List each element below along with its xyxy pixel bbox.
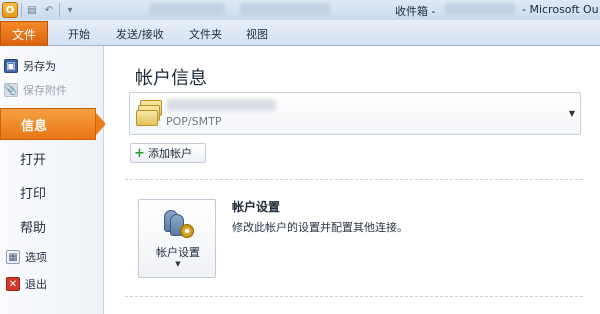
account-info-panel: 帐户信息 POP/SMTP ▼ + 添加帐户 帐户设置 ▼ 帐户设置 修改此帐户… (105, 46, 600, 314)
blurred-account-name (166, 99, 276, 111)
ribbon-tab-bar: 文件 开始 发送/接收 文件夹 视图 (0, 20, 600, 46)
save-attachment-label: 保存附件 (23, 84, 67, 97)
account-selector[interactable]: POP/SMTP ▼ (129, 92, 581, 135)
outlook-icon[interactable]: O (2, 2, 18, 18)
divider (125, 296, 583, 297)
nav-item-print[interactable]: 打印 (0, 176, 104, 208)
chevron-down-icon[interactable]: ▼ (569, 109, 575, 118)
account-settings-heading: 帐户设置 (232, 200, 281, 214)
account-settings-label: 帐户设置 (156, 246, 200, 259)
toolbar-divider (59, 3, 60, 17)
tab-folder[interactable]: 文件夹 (189, 26, 222, 42)
account-type: POP/SMTP (166, 115, 222, 128)
tab-file[interactable]: 文件 (0, 21, 48, 46)
save-attachment-icon: 📎 (4, 83, 18, 97)
exit-icon: ✕ (6, 277, 20, 291)
customize-dropdown-icon[interactable]: ▾ (63, 3, 77, 17)
add-account-button[interactable]: + 添加帐户 (130, 143, 206, 163)
quick-access-toolbar: O ▤ ↶ ▾ (2, 1, 77, 19)
undo-icon[interactable]: ↶ (42, 3, 56, 17)
title-bar: O ▤ ↶ ▾ 收件箱 - - Microsoft Ou (0, 0, 600, 20)
save-as-label: 另存为 (23, 60, 56, 73)
add-account-label: 添加帐户 (148, 147, 192, 160)
options-label: 选项 (25, 251, 47, 264)
send-receive-icon[interactable]: ▤ (25, 3, 39, 17)
nav-item-label: 信息 (21, 118, 48, 134)
chevron-down-icon: ▼ (175, 260, 181, 268)
account-settings-button[interactable]: 帐户设置 ▼ (138, 199, 216, 278)
blurred-region (240, 3, 330, 16)
page-title: 帐户信息 (135, 68, 207, 89)
backstage-nav: ▣ 另存为 📎 保存附件 信息 打开 打印 帮助 ▦ 选项 ✕ 退出 (0, 46, 106, 314)
mail-account-icon (136, 100, 162, 128)
nav-item-label: 打开 (20, 152, 47, 168)
toolbar-divider (21, 3, 22, 17)
tab-send-receive[interactable]: 发送/接收 (116, 26, 164, 42)
tab-home[interactable]: 开始 (68, 26, 90, 42)
blurred-region (150, 3, 225, 16)
divider (125, 179, 583, 180)
save-as-icon: ▣ (4, 59, 18, 73)
blurred-region (445, 3, 515, 15)
options-button[interactable]: ▦ 选项 (6, 248, 47, 266)
window-title: 收件箱 - - Microsoft Ou (395, 3, 599, 19)
nav-item-label: 帮助 (20, 220, 47, 236)
account-settings-icon (162, 208, 194, 240)
plus-icon: + (134, 145, 145, 161)
save-as-button[interactable]: ▣ 另存为 (4, 57, 56, 75)
nav-item-open[interactable]: 打开 (0, 142, 104, 174)
options-icon: ▦ (6, 250, 20, 264)
tab-view[interactable]: 视图 (246, 26, 268, 42)
window-title-prefix: 收件箱 - (395, 5, 436, 18)
nav-item-label: 打印 (20, 186, 47, 202)
account-settings-description: 修改此帐户的设置并配置其他连接。 (232, 221, 408, 234)
nav-item-help[interactable]: 帮助 (0, 210, 104, 242)
window-title-suffix: - Microsoft Ou (522, 3, 599, 16)
save-attachment-button[interactable]: 📎 保存附件 (4, 81, 67, 99)
exit-button[interactable]: ✕ 退出 (6, 275, 47, 293)
exit-label: 退出 (25, 278, 47, 291)
nav-item-info[interactable]: 信息 (0, 108, 106, 140)
